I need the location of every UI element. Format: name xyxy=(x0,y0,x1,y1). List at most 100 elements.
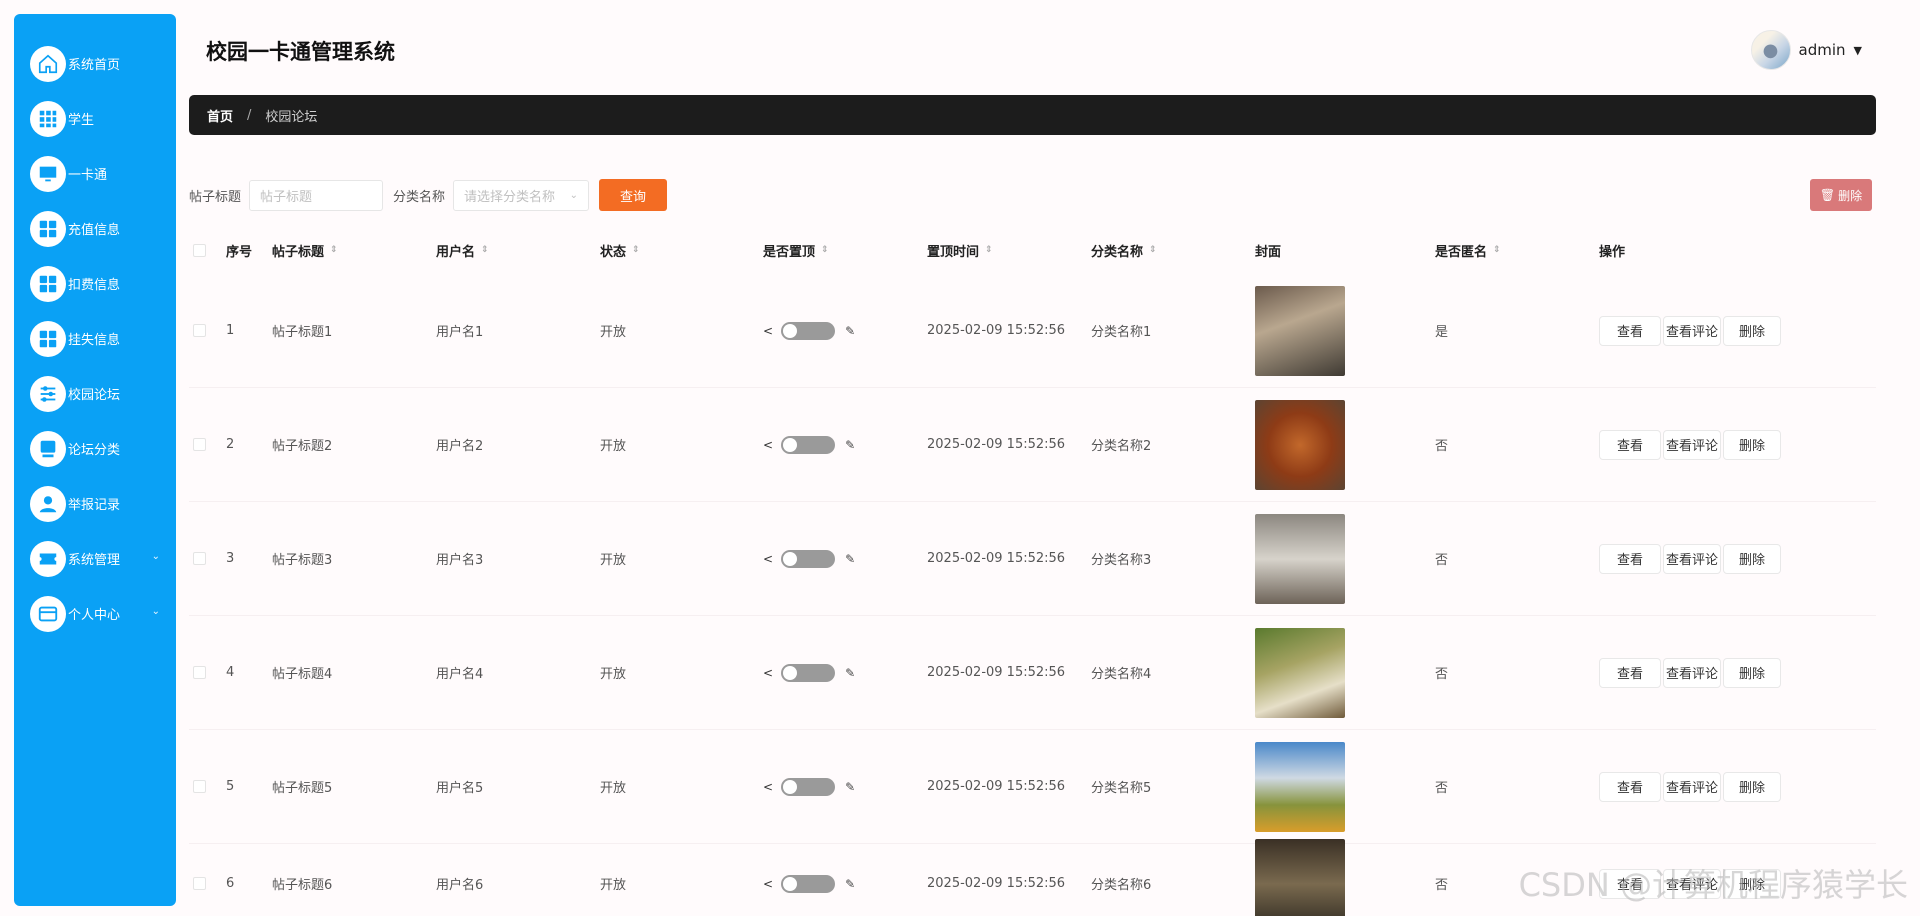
share-icon[interactable]: < xyxy=(763,324,773,338)
view-button[interactable]: 查看 xyxy=(1599,543,1661,574)
header-top[interactable]: 是否置顶 ⇕ xyxy=(763,241,927,260)
row-checkbox[interactable] xyxy=(193,324,206,337)
ticket-icon xyxy=(30,540,66,577)
select-all-checkbox[interactable] xyxy=(193,243,206,257)
cell-time: 2025-02-09 15:52:56 xyxy=(927,437,1066,452)
pin-toggle[interactable] xyxy=(781,663,836,682)
share-icon[interactable]: < xyxy=(763,552,773,566)
avatar[interactable]: ● xyxy=(1750,30,1791,70)
cell-no: 3 xyxy=(226,551,235,566)
view-comments-button[interactable]: 查看评论 xyxy=(1663,657,1721,688)
sidebar-item-card[interactable]: 一卡通 xyxy=(14,146,176,201)
sidebar-item-forum-category[interactable]: 论坛分类 xyxy=(14,421,176,476)
view-comments-button[interactable]: 查看评论 xyxy=(1663,771,1721,802)
sort-icon[interactable]: ⇕ xyxy=(1493,245,1501,255)
category-select[interactable]: 请选择分类名称 ⌄ xyxy=(453,179,590,211)
edit-icon[interactable]: ✎ xyxy=(845,666,855,680)
cover-image[interactable] xyxy=(1255,513,1345,604)
sort-icon[interactable]: ⇕ xyxy=(985,245,993,255)
view-comments-button[interactable]: 查看评论 xyxy=(1663,315,1721,346)
view-comments-button[interactable]: 查看评论 xyxy=(1663,429,1721,460)
edit-icon[interactable]: ✎ xyxy=(845,877,855,891)
header-title[interactable]: 帖子标题 ⇕ xyxy=(272,241,436,260)
cell-category: 分类名称1 xyxy=(1091,325,1152,340)
batch-delete-button[interactable]: 🗑 删除 xyxy=(1810,179,1872,211)
share-icon[interactable]: < xyxy=(763,877,773,891)
edit-icon[interactable]: ✎ xyxy=(845,780,855,794)
view-button[interactable]: 查看 xyxy=(1599,315,1661,346)
cell-anon: 否 xyxy=(1435,781,1449,796)
cell-time: 2025-02-09 15:52:56 xyxy=(927,551,1066,566)
cover-image[interactable] xyxy=(1255,741,1345,832)
user-name[interactable]: admin xyxy=(1799,41,1846,59)
sort-icon[interactable]: ⇕ xyxy=(632,245,640,255)
delete-button[interactable]: 删除 xyxy=(1723,771,1781,802)
row-checkbox[interactable] xyxy=(193,780,206,793)
header-status[interactable]: 状态 ⇕ xyxy=(600,241,763,260)
view-comments-button[interactable]: 查看评论 xyxy=(1663,543,1721,574)
edit-icon[interactable]: ✎ xyxy=(845,324,855,338)
sort-icon[interactable]: ⇕ xyxy=(821,245,829,255)
cell-category: 分类名称4 xyxy=(1091,667,1152,682)
wallet-icon xyxy=(30,595,66,632)
delete-button[interactable]: 删除 xyxy=(1723,543,1781,574)
cell-anon: 否 xyxy=(1435,667,1449,682)
breadcrumb-home[interactable]: 首页 xyxy=(207,106,233,125)
sidebar-item-recharge[interactable]: 充值信息 xyxy=(14,201,176,256)
sidebar-item-deduct[interactable]: 扣费信息 xyxy=(14,256,176,311)
edit-icon[interactable]: ✎ xyxy=(845,438,855,452)
cover-image[interactable] xyxy=(1255,399,1345,490)
share-icon[interactable]: < xyxy=(763,438,773,452)
row-checkbox[interactable] xyxy=(193,877,206,890)
pin-toggle[interactable] xyxy=(781,549,836,568)
sidebar-item-reports[interactable]: 举报记录 xyxy=(14,476,176,531)
pin-toggle[interactable] xyxy=(781,435,836,454)
cell-cover xyxy=(1255,627,1435,718)
header-anon[interactable]: 是否匿名 ⇕ xyxy=(1435,241,1599,260)
user-menu[interactable]: ● admin ▼ xyxy=(1750,30,1862,70)
view-button[interactable]: 查看 xyxy=(1599,429,1661,460)
pin-toggle[interactable] xyxy=(781,874,836,893)
cell-ops: 查看 查看评论 删除 xyxy=(1599,315,1819,346)
edit-icon[interactable]: ✎ xyxy=(845,552,855,566)
view-button[interactable]: 查看 xyxy=(1599,657,1661,688)
cover-image[interactable] xyxy=(1255,627,1345,718)
sidebar-item-system[interactable]: 系统管理 ⌄ xyxy=(14,531,176,586)
cover-image[interactable] xyxy=(1255,285,1345,376)
row-checkbox[interactable] xyxy=(193,438,206,451)
query-button[interactable]: 查询 xyxy=(599,179,668,211)
sidebar-item-students[interactable]: 学生 xyxy=(14,91,176,146)
delete-button[interactable]: 删除 xyxy=(1723,657,1781,688)
chevron-down-icon[interactable]: ⌄ xyxy=(152,551,160,562)
title-search-input[interactable]: 帖子标题 xyxy=(249,179,384,211)
header-category[interactable]: 分类名称 ⇕ xyxy=(1091,241,1255,260)
cell-anon: 否 xyxy=(1435,553,1449,568)
sort-icon[interactable]: ⇕ xyxy=(330,245,338,255)
sidebar-item-profile[interactable]: 个人中心 ⌄ xyxy=(14,586,176,641)
apps-icon xyxy=(30,265,66,302)
sort-icon[interactable]: ⇕ xyxy=(1149,245,1157,255)
view-button[interactable]: 查看 xyxy=(1599,771,1661,802)
sort-icon[interactable]: ⇕ xyxy=(481,245,489,255)
header-time[interactable]: 置顶时间 ⇕ xyxy=(927,241,1091,260)
header-user[interactable]: 用户名 ⇕ xyxy=(436,241,600,260)
row-checkbox[interactable] xyxy=(193,666,206,679)
delete-button[interactable]: 删除 xyxy=(1723,315,1781,346)
cover-image[interactable] xyxy=(1255,838,1345,916)
share-icon[interactable]: < xyxy=(763,666,773,680)
header-top-label: 是否置顶 xyxy=(763,244,816,260)
sidebar-item-lost[interactable]: 挂失信息 xyxy=(14,311,176,366)
sidebar-item-label: 充值信息 xyxy=(68,223,121,238)
pin-toggle[interactable] xyxy=(781,777,836,796)
trash-icon: 🗑 xyxy=(1819,188,1836,202)
caret-down-icon[interactable]: ▼ xyxy=(1854,44,1862,57)
share-icon[interactable]: < xyxy=(763,780,773,794)
sidebar-item-home[interactable]: 系统首页 xyxy=(14,36,176,91)
pin-toggle[interactable] xyxy=(781,321,836,340)
chevron-down-icon[interactable]: ⌄ xyxy=(152,606,160,617)
cell-user: 用户名4 xyxy=(436,667,484,682)
sidebar-item-forum[interactable]: 校园论坛 xyxy=(14,366,176,421)
delete-button[interactable]: 删除 xyxy=(1723,429,1781,460)
row-checkbox[interactable] xyxy=(193,552,206,565)
cell-ops: 查看 查看评论 删除 xyxy=(1599,429,1819,460)
